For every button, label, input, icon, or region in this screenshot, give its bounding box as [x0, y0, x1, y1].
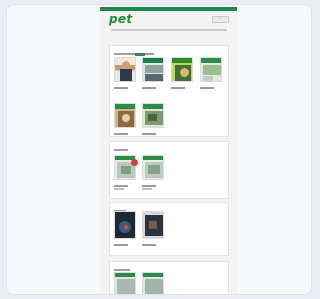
cover-meta	[114, 185, 128, 187]
cover-thumbnail[interactable]	[142, 211, 164, 239]
brand-top-bar	[100, 7, 237, 11]
magazine-card[interactable]	[114, 155, 138, 190]
cover-meta	[142, 133, 156, 135]
cover-caption	[114, 129, 136, 132]
magazine-card[interactable]	[200, 57, 222, 89]
webpage-preview: pet ≡	[100, 7, 237, 294]
cover-meta	[171, 87, 185, 89]
sale-badge	[131, 159, 138, 166]
cover-price	[114, 188, 124, 190]
site-logo[interactable]: pet	[109, 13, 132, 25]
magazine-card[interactable]	[142, 155, 164, 190]
cover-thumbnail[interactable]	[142, 155, 164, 180]
cover-thumbnail[interactable]	[171, 57, 193, 82]
section-latest	[109, 45, 229, 137]
section-bottom	[109, 261, 229, 294]
cover-meta	[114, 87, 128, 89]
cover-thumbnail[interactable]	[200, 57, 222, 82]
magazine-card[interactable]	[142, 57, 164, 89]
magazine-card[interactable]	[114, 211, 136, 246]
magazine-card[interactable]	[142, 272, 164, 294]
section-mid-1	[109, 141, 229, 199]
section-subtitle-line	[114, 53, 154, 55]
menu-button[interactable]: ≡	[212, 16, 229, 23]
section-subtitle-line	[114, 269, 130, 271]
cover-thumbnail[interactable]	[142, 272, 164, 294]
cover-caption	[142, 129, 164, 132]
cover-meta	[114, 133, 128, 135]
section-subtitle-line	[114, 149, 128, 151]
magazine-card[interactable]	[114, 103, 136, 135]
section-accent	[135, 53, 145, 56]
cover-caption	[171, 83, 193, 86]
cover-thumbnail[interactable]	[114, 272, 136, 294]
magazine-card[interactable]	[114, 57, 136, 89]
cover-thumbnail[interactable]	[114, 211, 136, 239]
intro-text-line	[111, 29, 227, 31]
cover-thumbnail[interactable]	[142, 57, 164, 82]
cover-meta	[142, 185, 156, 187]
cover-thumbnail[interactable]	[142, 103, 164, 128]
cover-meta	[200, 87, 214, 89]
cover-caption	[114, 240, 136, 243]
cover-thumbnail[interactable]	[114, 57, 136, 82]
magazine-card[interactable]	[171, 57, 193, 89]
cover-thumbnail[interactable]	[114, 103, 136, 128]
viewer-frame: pet ≡	[6, 4, 312, 295]
magazine-card[interactable]	[142, 211, 164, 246]
magazine-card[interactable]	[142, 103, 164, 135]
cover-caption	[142, 181, 164, 184]
cover-caption	[142, 83, 164, 86]
section-mid-2	[109, 202, 229, 256]
cover-caption	[114, 181, 136, 184]
cover-caption	[200, 83, 222, 86]
cover-caption	[142, 240, 164, 243]
magazine-card[interactable]	[114, 272, 136, 294]
cover-meta	[142, 87, 156, 89]
cover-price	[142, 188, 152, 190]
cover-meta	[142, 244, 156, 246]
cover-meta	[114, 244, 128, 246]
cover-caption	[114, 83, 136, 86]
